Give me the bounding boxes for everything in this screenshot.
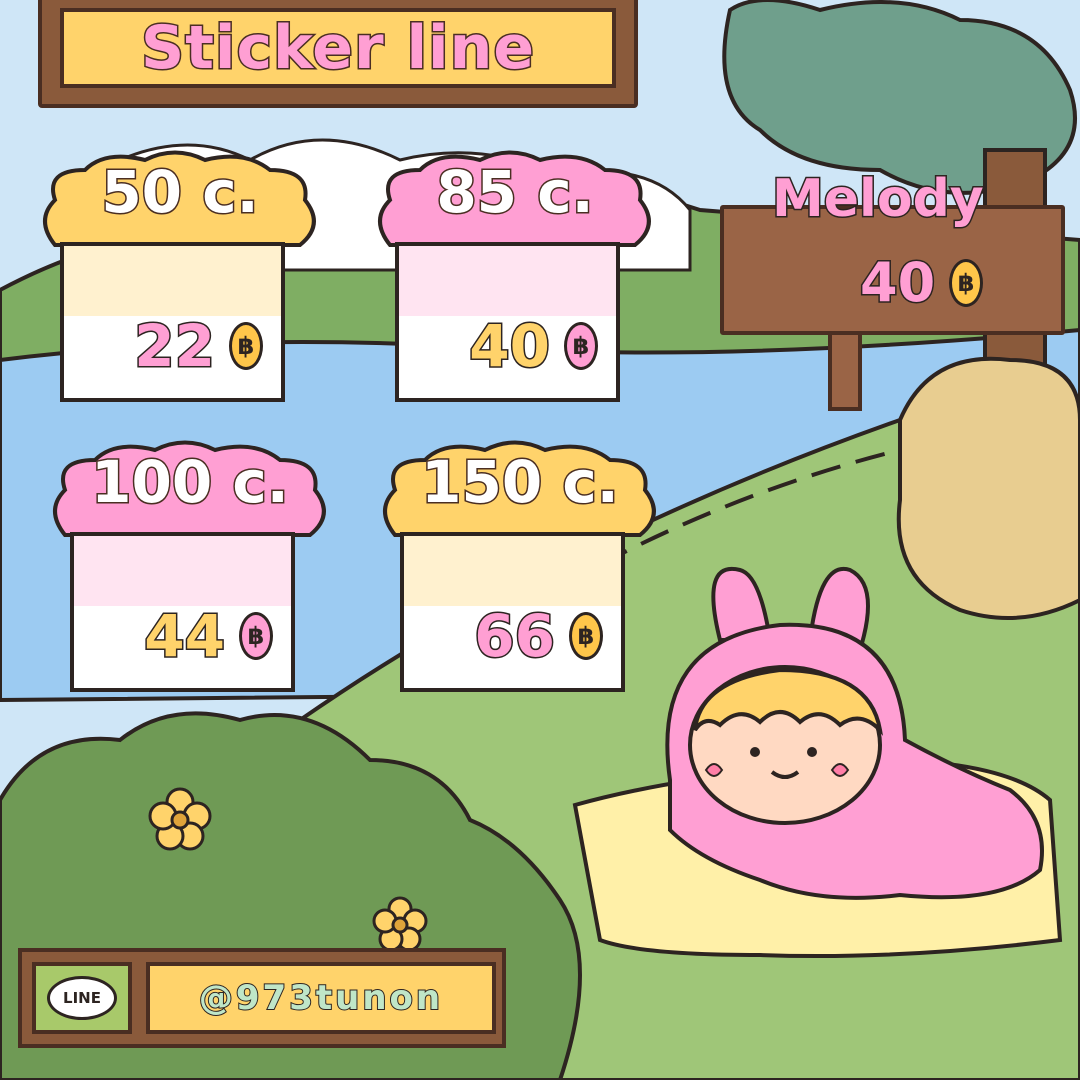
line-handle: @973tunon [198,977,444,1019]
sticker-promo-canvas: Sticker line 50 c. 22 ฿ 85 c. 40 ฿ 100 c… [0,0,1080,1080]
package-card-150[interactable]: 150 c. 66 ฿ [375,440,665,710]
price-box-85: 40 ฿ [395,242,620,402]
price-box-100: 44 ฿ [70,532,295,692]
price-value: 40 [858,250,936,316]
coin-amount-85: 85 c. [435,157,595,228]
coin-icon: ฿ [239,612,273,660]
coin-amount-100: 100 c. [90,447,291,518]
sign-post [828,325,862,411]
coin-icon: ฿ [949,258,984,307]
line-logo-icon: LINE [47,976,117,1020]
coin-amount-50: 50 c. [100,157,260,228]
price-value: 66 [473,601,557,672]
price-value: 40 [468,311,552,382]
melody-label: Melody [771,168,986,231]
price-band [64,246,281,316]
coin-icon: ฿ [564,322,598,370]
price-40: 40 ฿ [468,311,598,382]
page-title: Sticker line [139,12,536,85]
line-handle-box[interactable]: @973tunon [146,962,496,1034]
price-box-150: 66 ฿ [400,532,625,692]
package-card-100[interactable]: 100 c. 44 ฿ [45,440,335,710]
package-card-50[interactable]: 50 c. 22 ฿ [35,150,325,420]
melody-price: 40 ฿ [858,250,984,316]
price-value: 22 [133,311,217,382]
title-board: Sticker line [38,0,638,108]
line-contact-bar[interactable]: LINE @973tunon [18,948,506,1048]
line-logo-box: LINE [32,962,132,1034]
coin-icon: ฿ [569,612,603,660]
price-band [399,246,616,316]
price-band [404,536,621,606]
title-panel: Sticker line [60,8,616,88]
price-box-50: 22 ฿ [60,242,285,402]
coin-amount-150: 150 c. [420,447,621,518]
price-band [74,536,291,606]
coin-icon: ฿ [229,322,263,370]
price-44: 44 ฿ [143,601,273,672]
price-66: 66 ฿ [473,601,603,672]
price-value: 44 [143,601,227,672]
price-22: 22 ฿ [133,311,263,382]
melody-sign[interactable]: Melody 40 ฿ [720,168,1065,411]
package-card-85[interactable]: 85 c. 40 ฿ [370,150,660,420]
